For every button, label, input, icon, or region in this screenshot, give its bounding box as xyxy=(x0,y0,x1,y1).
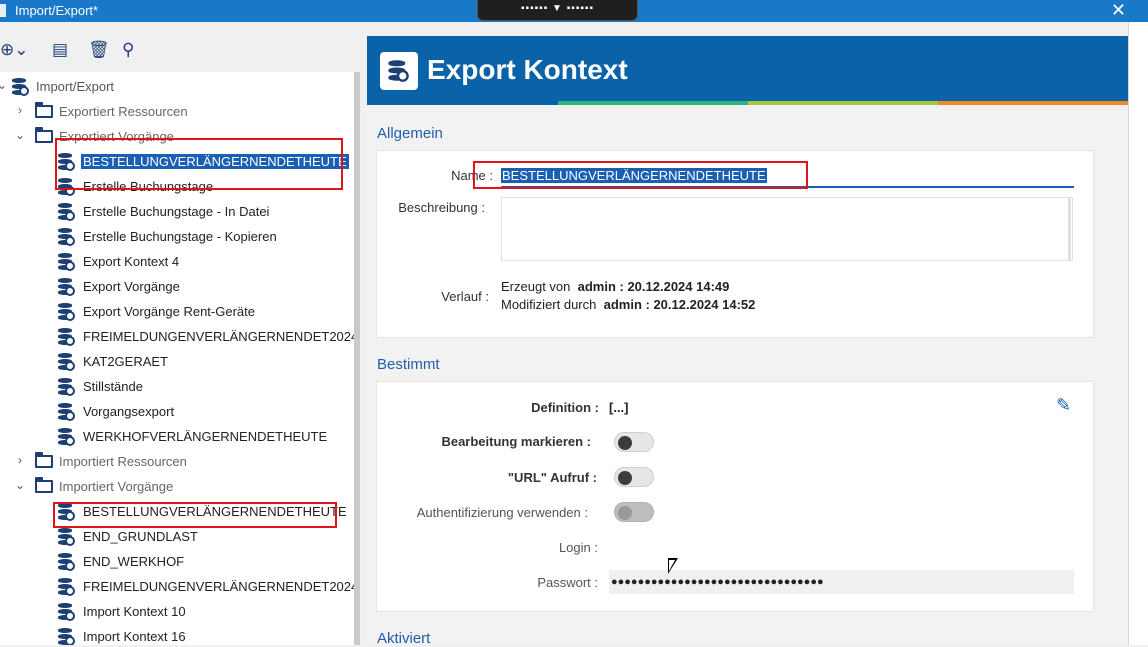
panel-header: Export Kontext xyxy=(367,36,1128,105)
tree-item[interactable]: FREIMELDUNGENVERLÄNGERNENDET2024_12 xyxy=(58,327,354,347)
delete-icon[interactable]: 🗑 xyxy=(88,40,110,60)
database-icon xyxy=(58,577,75,596)
database-icon xyxy=(12,77,29,96)
login-label: Login : xyxy=(558,540,598,555)
panel-title: Export Kontext xyxy=(427,54,628,85)
tree-item[interactable]: FREIMELDUNGENVERLÄNGERNENDET2024_12 xyxy=(58,577,354,597)
panel-scrollbar[interactable] xyxy=(1128,22,1148,645)
passwort-field[interactable]: ●●●●●●●●●●●●●●●●●●●●●●●●●●●●●●●● xyxy=(609,570,1074,594)
modified-line: Modifiziert durch admin : 20.12.2024 14:… xyxy=(501,297,756,312)
tree-item[interactable]: Erstelle Buchungstage - In Datei xyxy=(58,202,348,222)
header-stripe xyxy=(748,101,938,105)
database-icon xyxy=(58,427,75,446)
database-icon xyxy=(58,277,75,296)
database-icon xyxy=(58,352,75,371)
tree-item[interactable]: Export Kontext 4 xyxy=(58,252,348,272)
tree-item[interactable]: END_WERKHOF xyxy=(58,552,348,572)
tree-toolbar: ⊕⌄ ▤ 🗑 ⚲ xyxy=(0,36,360,64)
folder-open-icon xyxy=(35,127,53,143)
tree-item[interactable]: Stillstände xyxy=(58,377,348,397)
highlight-box xyxy=(55,138,343,190)
chevron-down-icon[interactable]: ⌄ xyxy=(14,128,26,142)
created-line: Erzeugt von admin : 20.12.2024 14:49 xyxy=(501,279,730,294)
auth-toggle[interactable] xyxy=(614,502,654,522)
chevron-down-icon[interactable]: ⌄ xyxy=(14,478,26,492)
mouse-cursor-icon xyxy=(668,558,678,574)
app-icon xyxy=(0,4,6,17)
folder-open-icon xyxy=(35,477,53,493)
database-icon xyxy=(58,627,75,645)
tree-item[interactable]: Export Vorgänge xyxy=(58,277,348,297)
tree-item[interactable]: Import Kontext 10 xyxy=(58,602,348,622)
database-icon xyxy=(58,552,75,571)
remote-control-pill[interactable]: ▪▪▪▪▪▪ ▼ ▪▪▪▪▪▪ xyxy=(477,0,638,21)
tree-scrollbar[interactable] xyxy=(354,72,360,645)
tree-item[interactable]: KAT2GERAET xyxy=(58,352,348,372)
tree-item[interactable]: WERKHOFVERLÄNGERNENDETHEUTE xyxy=(58,427,348,447)
database-icon xyxy=(58,527,75,546)
folder-icon xyxy=(35,102,53,118)
list-icon[interactable]: ▤ xyxy=(52,40,68,60)
database-icon xyxy=(58,227,75,246)
definition-label: Definition : xyxy=(531,400,599,415)
export-context-panel: Export Kontext Allgemein Name : BESTELLU… xyxy=(367,36,1128,647)
database-icon xyxy=(58,202,75,221)
url-label: "URL" Aufruf : xyxy=(507,470,597,485)
tree-item[interactable]: Import Kontext 16 xyxy=(58,627,348,645)
chevron-down-icon[interactable]: ⌄ xyxy=(0,78,8,92)
edit-pencil-icon[interactable]: ✎ xyxy=(1056,395,1071,416)
chevron-right-icon[interactable]: › xyxy=(14,453,26,467)
header-stripe xyxy=(938,101,1128,105)
import-export-tree: ⌄ Import/Export › Exportiert Ressourcen … xyxy=(0,72,354,645)
database-icon xyxy=(58,302,75,321)
beschreibung-label: Beschreibung : xyxy=(398,200,485,215)
database-icon xyxy=(58,252,75,271)
database-icon xyxy=(58,327,75,346)
folder-icon xyxy=(35,452,53,468)
add-icon[interactable]: ⊕⌄ xyxy=(0,40,29,60)
tree-folder-exportiert-ressourcen[interactable]: › Exportiert Ressourcen xyxy=(14,102,344,122)
verlauf-label: Verlauf : xyxy=(441,289,489,304)
search-icon[interactable]: ⚲ xyxy=(122,40,134,60)
passwort-label: Passwort : xyxy=(537,575,598,590)
definition-value[interactable]: [...] xyxy=(609,400,629,415)
url-toggle[interactable] xyxy=(614,467,654,487)
chevron-right-icon[interactable]: › xyxy=(14,103,26,117)
database-icon xyxy=(58,402,75,421)
database-icon xyxy=(58,377,75,396)
highlight-box xyxy=(473,161,808,189)
export-context-icon xyxy=(380,52,418,90)
tree-item[interactable]: END_GRUNDLAST xyxy=(58,527,348,547)
section-aktiviert: Aktiviert xyxy=(377,630,431,647)
highlight-box xyxy=(53,502,337,528)
tree-item[interactable]: Vorgangsexport xyxy=(58,402,348,422)
tree-folder-importiert-ressourcen[interactable]: › Importiert Ressourcen xyxy=(14,452,344,472)
header-stripe xyxy=(367,101,558,105)
window-title: Import/Export* xyxy=(15,3,99,18)
tree-root[interactable]: ⌄ Import/Export xyxy=(0,77,350,97)
header-stripe xyxy=(558,101,748,105)
beschreibung-field[interactable] xyxy=(501,197,1073,261)
tree-folder-importiert-vorgaenge[interactable]: ⌄ Importiert Vorgänge xyxy=(14,477,344,497)
tree-item[interactable]: Export Vorgänge Rent-Geräte xyxy=(58,302,348,322)
tree-item[interactable]: Erstelle Buchungstage - Kopieren xyxy=(58,227,348,247)
database-icon xyxy=(58,602,75,621)
auth-label: Authentifizierung verwenden : xyxy=(416,505,588,520)
close-icon[interactable]: ✕ xyxy=(1111,0,1126,20)
bearbeitung-label: Bearbeitung markieren : xyxy=(441,434,591,449)
section-allgemein: Allgemein xyxy=(377,125,443,142)
bearbeitung-toggle[interactable] xyxy=(614,432,654,452)
section-bestimmt: Bestimmt xyxy=(377,356,440,373)
